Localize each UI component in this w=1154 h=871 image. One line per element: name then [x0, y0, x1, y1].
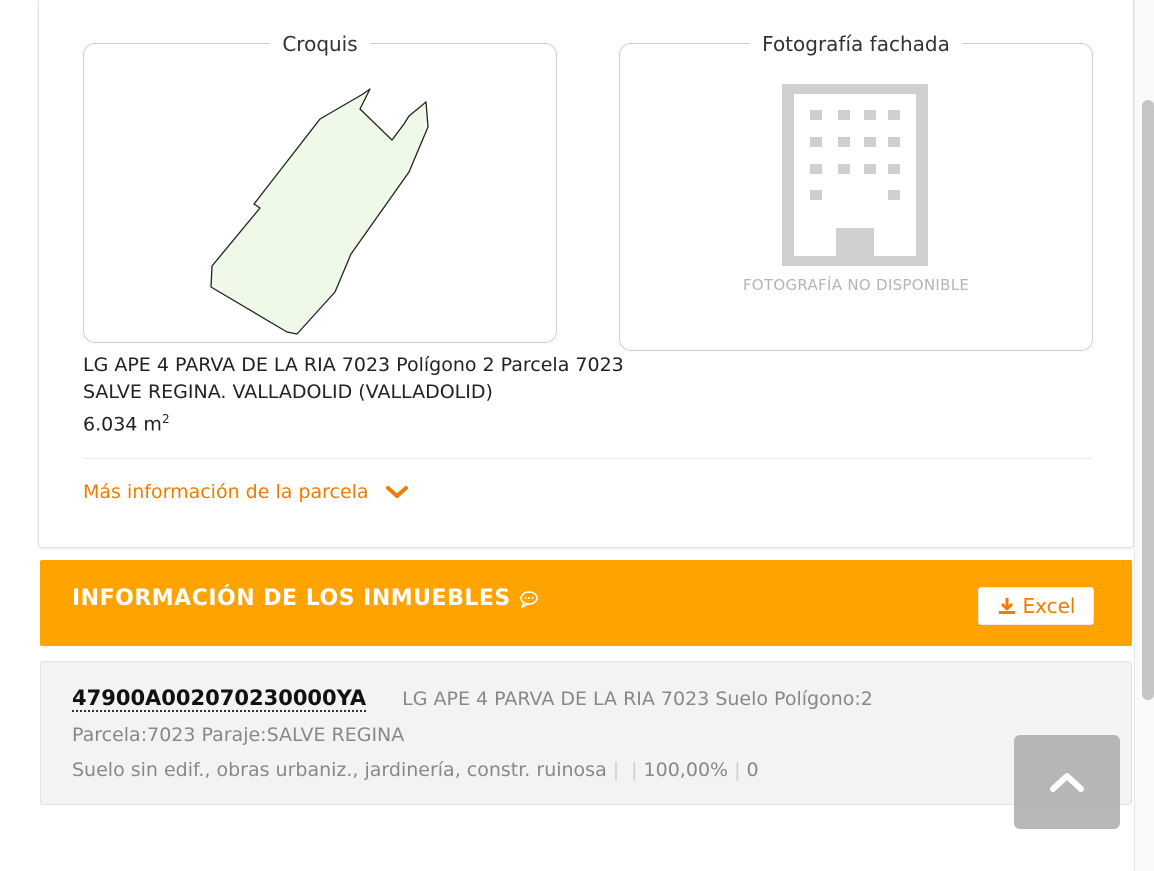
parcel-shape — [210, 88, 429, 335]
facade-photo-title: Fotografía fachada — [750, 32, 962, 56]
property-details: Suelo sin edif., obras urbaniz., jardine… — [72, 759, 759, 781]
property-use: Suelo sin edif., obras urbaniz., jardine… — [72, 759, 607, 781]
address-line-2: SALVE REGINA. VALLADOLID (VALLADOLID) — [83, 381, 493, 403]
properties-title: INFORMACIÓN DE LOS INMUEBLES — [72, 586, 539, 611]
more-parcel-info-label: Más información de la parcela — [83, 481, 369, 503]
property-value: 0 — [746, 759, 759, 781]
chevron-down-icon — [385, 486, 408, 498]
excel-download-button[interactable]: Excel — [978, 587, 1094, 625]
scroll-to-top-button[interactable] — [1014, 735, 1120, 829]
property-description: LG APE 4 PARVA DE LA RIA 7023 Suelo Polí… — [402, 688, 873, 710]
property-percent: 100,00% — [643, 759, 729, 781]
facade-photo-panel: Fotografía fachada FOTOGRAFÍA NO DISPONI… — [619, 32, 1093, 351]
chevron-up-icon — [1050, 773, 1084, 792]
chat-bubble-icon[interactable] — [519, 590, 539, 608]
scrollbar-thumb[interactable] — [1142, 100, 1154, 700]
parcel-card: Croquis Fotografía fachada FOTOGRAFÍA NO… — [38, 0, 1134, 548]
croquis-panel: Croquis — [83, 32, 557, 343]
photo-unavailable-text: FOTOGRAFÍA NO DISPONIBLE — [742, 276, 970, 294]
property-description-continued: Parcela:7023 Paraje:SALVE REGINA — [72, 724, 405, 746]
property-result-row: 47900A002070230000YA LG APE 4 PARVA DE L… — [40, 661, 1132, 805]
parcel-sketch[interactable] — [84, 44, 556, 342]
excel-button-label: Excel — [1022, 594, 1076, 618]
building-icon — [782, 84, 928, 266]
properties-header: INFORMACIÓN DE LOS INMUEBLES Excel — [40, 560, 1132, 646]
parcel-area: 6.034 m2 — [83, 412, 170, 436]
more-parcel-info-link[interactable]: Más información de la parcela — [83, 481, 411, 503]
cadastral-reference-link[interactable]: 47900A002070230000YA — [72, 686, 367, 712]
download-icon — [998, 598, 1015, 614]
parcel-address: LG APE 4 PARVA DE LA RIA 7023 Polígono 2… — [83, 352, 1091, 459]
address-line-1: LG APE 4 PARVA DE LA RIA 7023 Polígono 2… — [83, 354, 624, 376]
